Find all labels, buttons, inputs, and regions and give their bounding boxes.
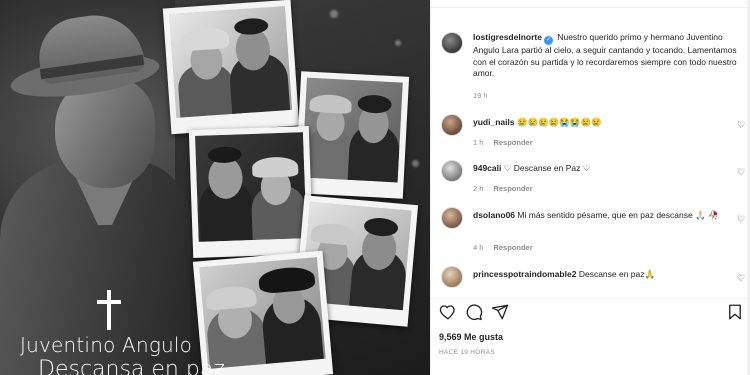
comment-meta: 4 h Responder [473,243,533,252]
comment-meta: 2 h Responder [473,184,533,193]
latin-cross-icon [97,290,121,330]
comment-body: ♡ Descanse en Paz ♡ [503,163,591,173]
bookmark-icon[interactable] [726,303,744,321]
comment-avatar[interactable] [441,114,463,136]
comment-time[interactable]: 2 h [473,184,483,193]
comment-like-heart-icon[interactable]: ♡ [736,167,746,177]
post-side-panel: lostigresdelnorte lostigresdelnorte✓ Nue… [430,0,750,375]
bokeh-light [412,160,419,167]
header-username[interactable]: lostigresdelnorte [483,0,556,1]
comment-icon[interactable] [465,303,483,321]
reply-button[interactable]: Responder [493,184,532,193]
comment-time[interactable]: 4 h [473,243,483,252]
reply-button[interactable]: Responder [493,138,532,147]
comment-username[interactable]: 949cali [473,163,501,173]
polaroid-photo [188,125,314,259]
verified-badge-icon: ✓ [543,36,553,45]
send-icon[interactable] [491,303,509,321]
heart-icon[interactable] [439,303,457,321]
comment-meta: 1 h Responder [473,138,533,147]
comment: princesspotraindomable2 Descanse en paz🙏 [473,269,723,281]
comment-username[interactable]: princesspotraindomable2 [473,269,576,279]
comment-avatar[interactable] [441,266,463,288]
polaroid-photo [294,71,410,199]
comment: dsolano06 Mi más sentido pésame, que en … [473,210,723,222]
caption-username[interactable]: lostigresdelnorte [473,32,542,42]
comment-avatar[interactable] [441,160,463,182]
post-timestamp[interactable]: HACE 19 HORAS [439,349,495,356]
comment-username[interactable]: yudi_nails [473,117,515,127]
author-avatar[interactable] [441,32,463,54]
polaroid-photo [162,0,300,135]
comment-like-heart-icon[interactable]: ♡ [736,273,746,283]
bokeh-light [395,40,401,46]
post-caption: lostigresdelnorte ✓ Nuestro querido primo… [473,32,743,80]
memorial-name: Juventino Angulo [20,333,193,357]
bokeh-light [330,10,338,18]
memorial-subtitle: Descansa en paz [38,357,225,375]
comment-like-heart-icon[interactable]: ♡ [736,214,746,224]
comment-username[interactable]: dsolano06 [473,210,515,220]
comment: yudi_nails 😢😢😢😢😭😭😢😢 [473,117,723,129]
likes-count[interactable]: 9,569 Me gusta [439,332,503,342]
post-image[interactable]: Juventino Angulo Descansa en paz [0,0,430,375]
comment-body: Mi más sentido pésame, que en paz descan… [517,210,719,220]
comment: 949cali ♡ Descanse en Paz ♡ [473,163,723,175]
comment-avatar[interactable] [441,207,463,229]
caption-meta: 19 h [473,91,488,100]
comment-time[interactable]: 1 h [473,138,483,147]
comment-like-heart-icon[interactable]: ♡ [736,120,746,130]
actions-divider [431,298,750,299]
reply-button[interactable]: Responder [493,243,532,252]
comment-body: Descanse en paz🙏 [578,269,656,279]
comment-body: 😢😢😢😢😭😭😢😢 [516,117,602,127]
post-header: lostigresdelnorte [431,0,750,8]
caption-time[interactable]: 19 h [473,91,488,100]
